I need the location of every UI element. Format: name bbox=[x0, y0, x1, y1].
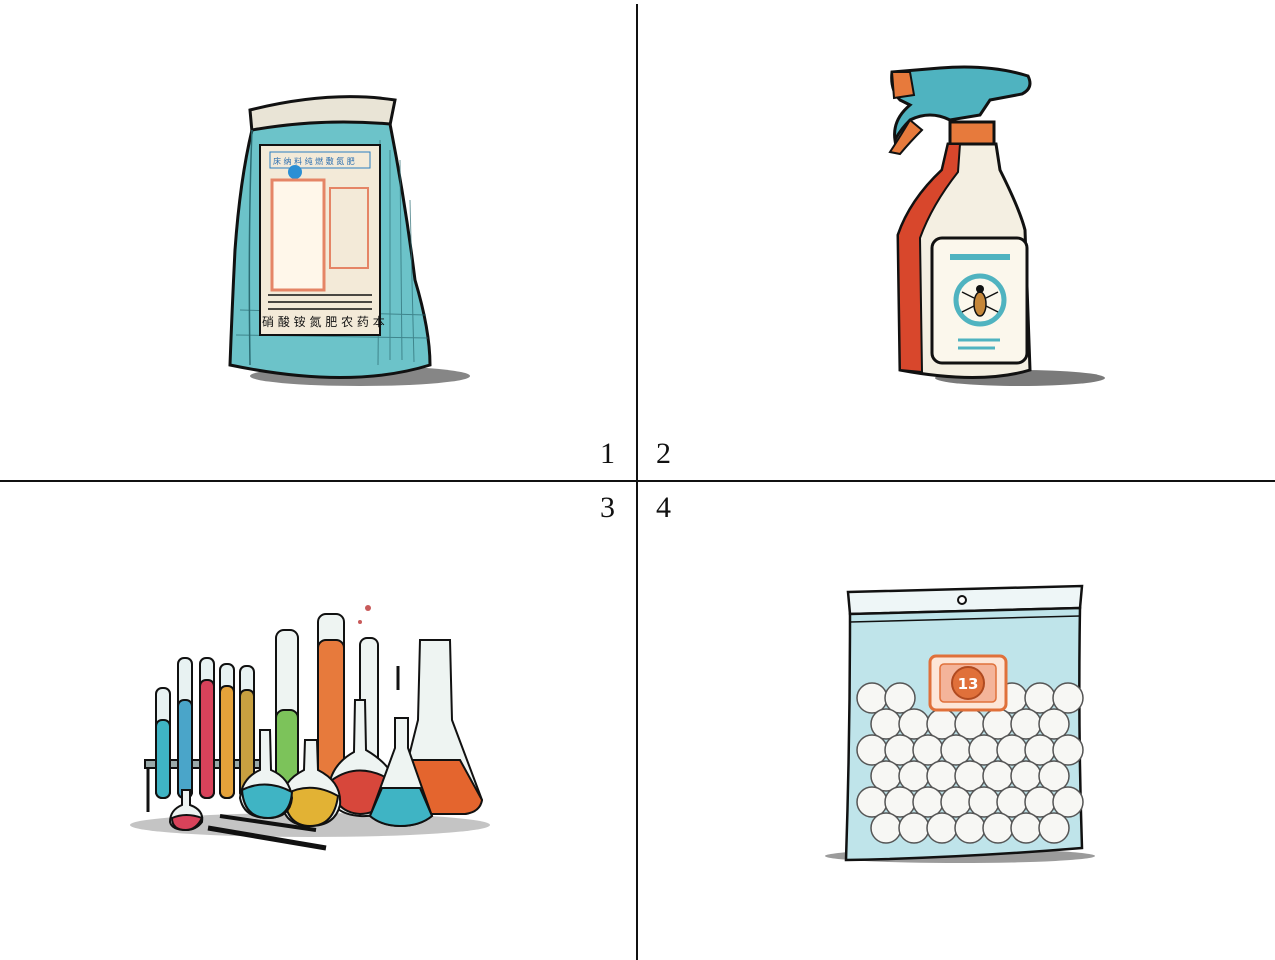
ball bbox=[856, 786, 888, 818]
ball bbox=[982, 760, 1014, 792]
ball bbox=[982, 812, 1014, 844]
ball bbox=[968, 786, 1000, 818]
ball bbox=[940, 734, 972, 766]
ball bbox=[870, 708, 902, 740]
ziplock-bag-illustration: 13 bbox=[810, 578, 1100, 868]
ball bbox=[912, 786, 944, 818]
ball bbox=[996, 734, 1028, 766]
spray-bottle-illustration bbox=[870, 60, 1110, 400]
bag-header-text: 床 纳 料 纯 燃 敷 氮 肥 bbox=[273, 156, 355, 166]
bag-badge-number: 13 bbox=[958, 675, 979, 693]
lab-glassware-illustration bbox=[120, 600, 500, 860]
ball bbox=[912, 734, 944, 766]
panel-number-2: 2 bbox=[656, 437, 671, 470]
ziplock-bag-balls-icon: 13 bbox=[825, 584, 1095, 863]
ball bbox=[898, 812, 930, 844]
ball bbox=[1010, 760, 1042, 792]
ball bbox=[870, 812, 902, 844]
ball bbox=[940, 786, 972, 818]
ball bbox=[982, 708, 1014, 740]
ball bbox=[898, 760, 930, 792]
ball bbox=[954, 812, 986, 844]
panel-number-3: 3 bbox=[600, 491, 615, 524]
ball bbox=[926, 812, 958, 844]
vertical-divider bbox=[636, 4, 638, 960]
ball bbox=[1052, 682, 1084, 714]
ball bbox=[954, 708, 986, 740]
ball bbox=[870, 760, 902, 792]
bag-bottom-text: 硝 酸 铵 氮 肥 农 药 本 bbox=[262, 314, 385, 329]
ball bbox=[1010, 812, 1042, 844]
ball bbox=[1024, 786, 1056, 818]
ball bbox=[1052, 786, 1084, 818]
ball bbox=[884, 682, 916, 714]
ball bbox=[1038, 812, 1070, 844]
ball bbox=[996, 786, 1028, 818]
lab-glassware-icon bbox=[130, 605, 490, 851]
horizontal-divider bbox=[0, 480, 1275, 482]
ball bbox=[898, 708, 930, 740]
ball bbox=[926, 760, 958, 792]
ball bbox=[926, 708, 958, 740]
ball bbox=[884, 786, 916, 818]
spray-bottle-icon bbox=[888, 65, 1105, 386]
ball bbox=[1010, 708, 1042, 740]
panel-number-1: 1 bbox=[600, 437, 615, 470]
ball bbox=[1038, 760, 1070, 792]
ball bbox=[1024, 682, 1056, 714]
ball bbox=[1038, 708, 1070, 740]
ball bbox=[1052, 734, 1084, 766]
ball bbox=[954, 760, 986, 792]
ball bbox=[1024, 734, 1056, 766]
bag-icon: 床 纳 料 纯 燃 敷 氮 肥 硝 酸 铵 氮 肥 农 药 本 bbox=[228, 95, 470, 386]
ball bbox=[856, 682, 888, 714]
panel-number-4: 4 bbox=[656, 491, 671, 524]
sack-illustration: 床 纳 料 纯 燃 敷 氮 肥 硝 酸 铵 氮 肥 农 药 本 bbox=[190, 80, 480, 400]
ball bbox=[884, 734, 916, 766]
ball bbox=[968, 734, 1000, 766]
quad-grid: 1 2 3 4 床 纳 料 纯 燃 敷 氮 肥 硝 酸 铵 氮 肥 农 药 本 … bbox=[0, 0, 1275, 960]
ball bbox=[856, 734, 888, 766]
